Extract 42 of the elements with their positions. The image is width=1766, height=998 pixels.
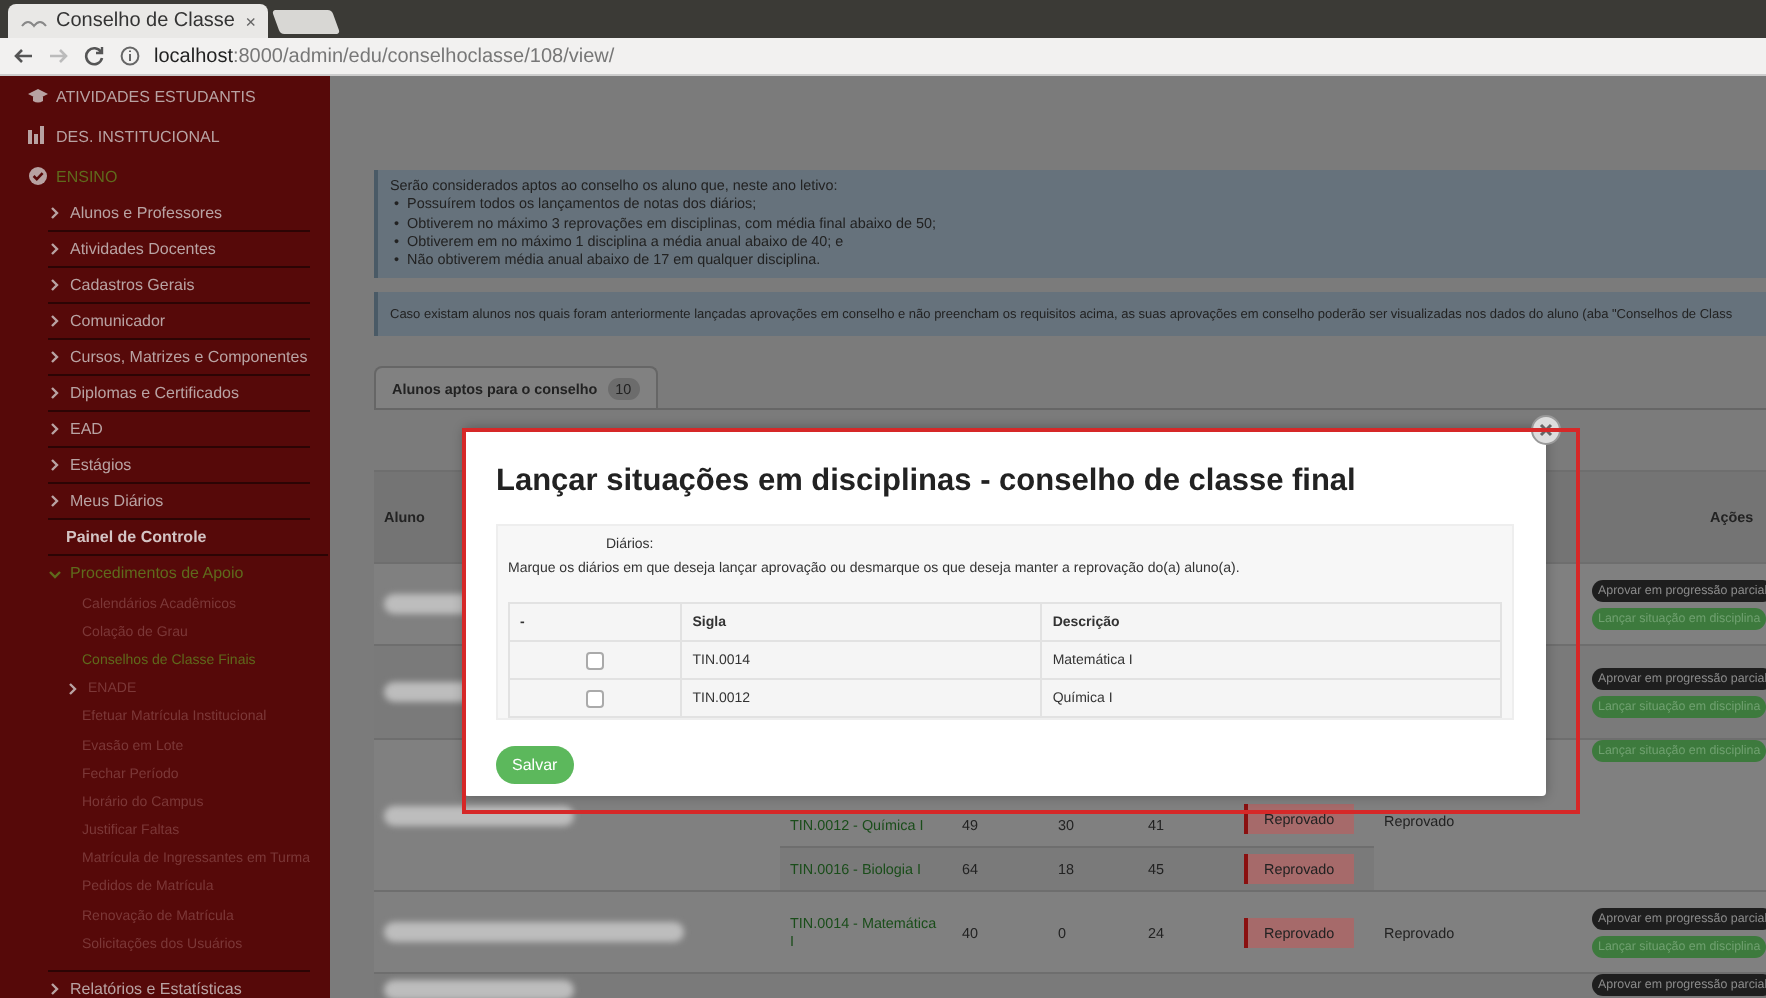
chevron-right-icon[interactable] — [48, 350, 62, 364]
chevron-right-icon[interactable] — [48, 422, 62, 436]
save-button[interactable]: Salvar — [496, 746, 574, 784]
close-icon[interactable] — [1530, 414, 1562, 446]
menu-item[interactable]: Atividades Docentes — [70, 240, 216, 258]
menu-item[interactable]: Comunicador — [70, 312, 166, 330]
menu-item[interactable]: Alunos e Professores — [70, 204, 223, 222]
info-icon[interactable] — [120, 46, 140, 66]
chevron-right-icon[interactable] — [48, 458, 62, 472]
chevron-right-icon[interactable] — [48, 314, 62, 328]
chevron-right-icon[interactable] — [48, 242, 62, 256]
menu-item[interactable]: Cadastros Gerais — [70, 276, 195, 294]
menu-item[interactable]: Relatórios e Estatísticas — [70, 980, 242, 998]
close-tab-button[interactable]: × — [245, 11, 256, 31]
chevron-down-icon[interactable] — [48, 567, 62, 579]
menu-item[interactable]: Procedimentos de Apoio — [70, 564, 244, 582]
checkbox[interactable] — [586, 651, 605, 669]
chevron-right-icon[interactable] — [66, 682, 80, 697]
address-field[interactable]: localhost:8000/admin/edu/conselhoclasse/108/view/ — [154, 45, 615, 67]
menu-section[interactable]: DES. INSTITUCIONAL — [56, 127, 220, 145]
menu-item[interactable]: Estágios — [70, 456, 132, 474]
chevron-right-icon[interactable] — [48, 206, 62, 220]
checkbox[interactable] — [586, 689, 605, 707]
menu-section[interactable]: ENSINO — [56, 167, 118, 185]
menu-section[interactable]: ATIVIDADES ESTUDANTIS — [56, 87, 256, 105]
menu-item[interactable]: Diplomas e Certificados — [70, 384, 239, 402]
chevron-right-icon[interactable] — [48, 278, 62, 292]
menu-item[interactable]: Painel de Controle — [66, 528, 207, 546]
chevron-right-icon[interactable] — [48, 494, 62, 508]
graduation-cap-icon — [28, 86, 48, 106]
check-circle-icon — [28, 166, 48, 186]
menu-item[interactable]: Meus Diários — [70, 492, 164, 510]
bar-chart-icon — [28, 126, 48, 146]
new-tab-button[interactable] — [271, 10, 341, 34]
reload-icon[interactable] — [84, 46, 106, 66]
chevron-right-icon[interactable] — [48, 982, 62, 997]
menu-item[interactable]: EAD — [70, 420, 103, 438]
tab-title: Conselho de Classe — [56, 10, 237, 32]
back-icon[interactable] — [12, 46, 34, 66]
browser-tab[interactable]: Conselho de Classe × — [8, 4, 268, 38]
menu-item[interactable]: Cursos, Matrizes e Componentes — [70, 348, 308, 366]
chevron-right-icon[interactable] — [48, 386, 62, 400]
